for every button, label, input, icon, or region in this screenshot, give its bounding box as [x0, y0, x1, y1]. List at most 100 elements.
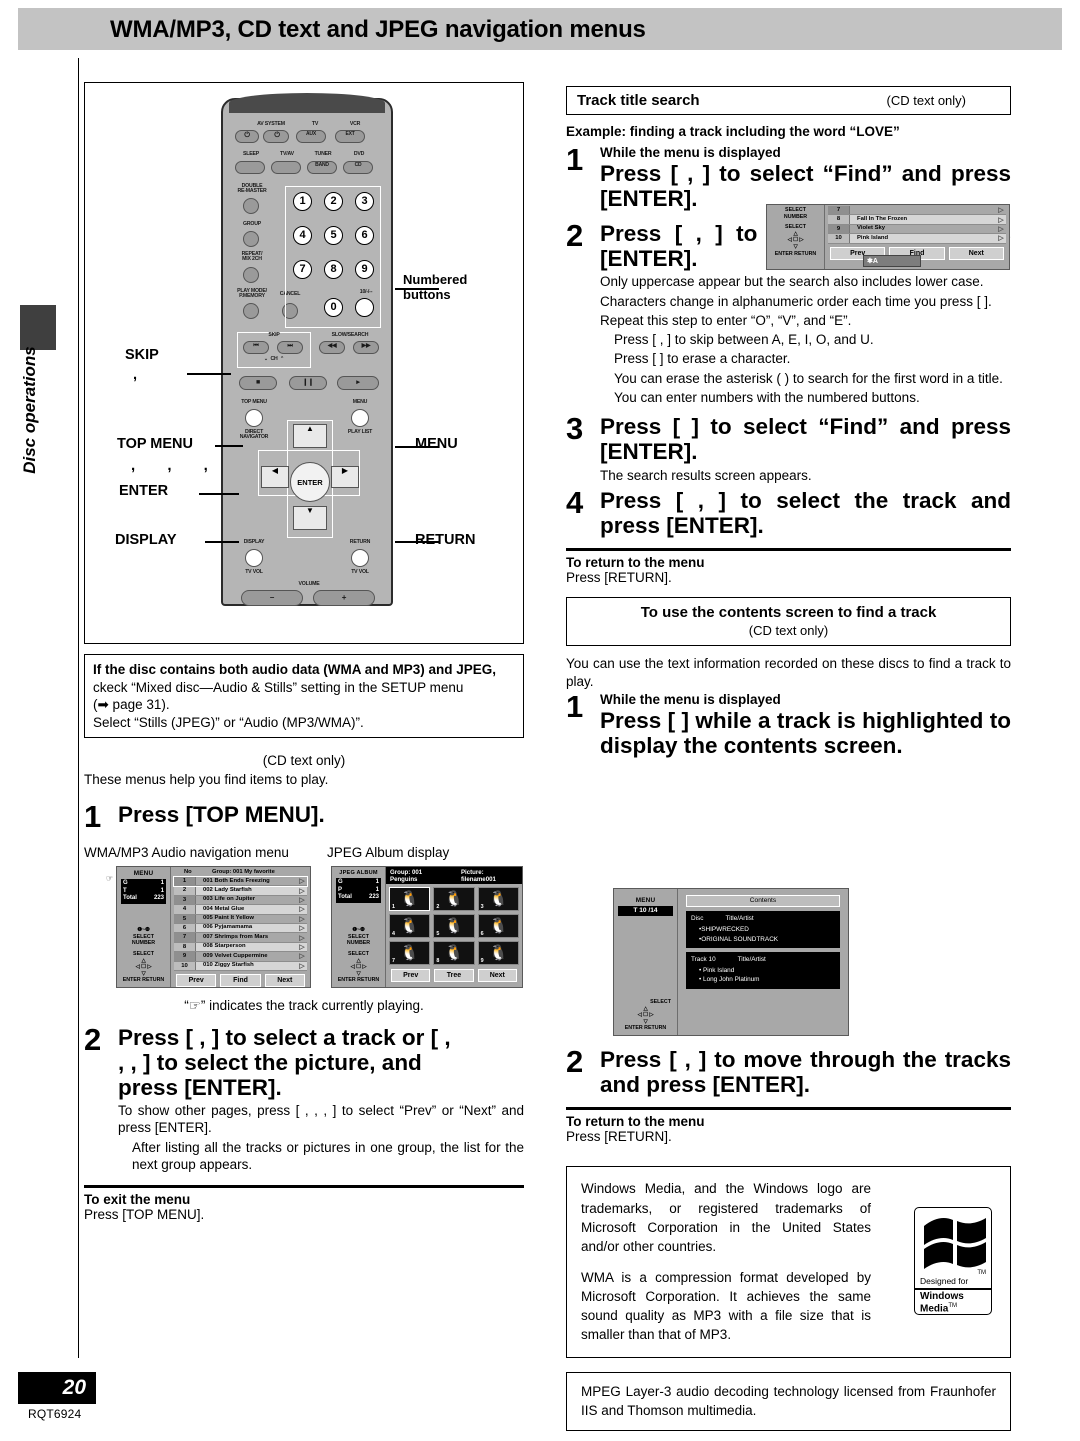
row-arrow-icon: ▷	[299, 953, 305, 961]
track-title-search-heading: Track title search	[577, 92, 700, 109]
jpeg-tree-button[interactable]: Tree	[434, 969, 474, 982]
double-remaster-button[interactable]	[243, 198, 259, 214]
jpeg-guide-select2: SELECT	[348, 950, 369, 957]
number-button-3[interactable]: 3	[355, 192, 374, 211]
exit-menu-body: Press [TOP MENU].	[84, 1207, 205, 1223]
number-button-5[interactable]: 5	[324, 226, 343, 245]
sleep-button[interactable]	[235, 161, 265, 174]
inset-track-row-10[interactable]: 10 Pink Island ▷	[828, 234, 1006, 244]
inset-row-10-no: 10	[828, 234, 850, 243]
return-button[interactable]	[351, 549, 369, 567]
volume-minus-icon: –	[269, 593, 275, 602]
penguin-icon: 🐧	[444, 944, 464, 962]
callout-enter: ENTER	[119, 483, 169, 499]
mixed-disc-line4: Select “Stills (JPEG)” or “Audio (MP3/WM…	[93, 714, 364, 730]
right-button[interactable]: ▶	[331, 466, 359, 488]
ten-plus-button[interactable]	[355, 298, 374, 317]
jpeg-status-g-key: G	[338, 879, 343, 885]
return-label: RETURN	[349, 539, 371, 545]
number-button-4[interactable]: 4	[293, 226, 312, 245]
av-power-icon: ⏻	[274, 132, 280, 139]
row-arrow-icon: ▷	[299, 915, 305, 923]
number-button-2[interactable]: 2	[324, 192, 343, 211]
track-title-search-sub: (CD text only)	[886, 93, 966, 108]
jpeg-thumbnail-4[interactable]: 🐧 4	[389, 914, 431, 938]
jpeg-album-sidebar: JPEG ALBUM G 1 P 1 Total 223 ❶~❿ SELECT NUM…	[332, 867, 386, 987]
column-divider-rule	[78, 58, 79, 1358]
jpeg-thumbnail-5[interactable]: 🐧 5	[433, 914, 475, 938]
jpeg-thumbnail-1[interactable]: 🐧 1	[389, 887, 431, 911]
audio-row-7-title: 007 Shrimps from Mars	[203, 933, 269, 940]
audio-status-g-key: G	[123, 880, 128, 886]
jpeg-thumb-6-label: 6	[480, 931, 484, 937]
penguin-icon: 🐧	[488, 890, 508, 908]
audio-row-1-no: 1	[174, 877, 196, 886]
jpeg-thumbnail-8[interactable]: 🐧 8	[433, 941, 475, 965]
group-button[interactable]	[243, 231, 259, 247]
penguin-icon: 🐧	[400, 890, 419, 908]
up-button[interactable]: ▲	[293, 424, 327, 448]
audio-prev-button[interactable]: Prev	[176, 973, 217, 987]
repeat-mix-button[interactable]	[243, 267, 259, 283]
search-entry-overlay[interactable]: ✱A	[863, 255, 921, 267]
contents-guide-down: ▽	[643, 1018, 648, 1025]
display-tv-vol-label: TV VOL	[245, 569, 263, 575]
audio-track-row-10[interactable]: 10 010 Ziggy Starfish ▷	[174, 961, 307, 971]
jpeg-thumb-4-label: 4	[392, 931, 395, 937]
enter-button[interactable]: ENTER	[290, 462, 330, 502]
right-step-2-note-3: Repeat this step to enter “O”, “V”, and …	[600, 312, 852, 328]
left-button[interactable]: ◀	[261, 466, 289, 488]
number-button-7[interactable]: 7	[293, 260, 312, 279]
number-button-1[interactable]: 1	[293, 192, 312, 211]
audio-row-5-title: 005 Paint It Yellow	[203, 915, 254, 922]
jpeg-thumbnail-7[interactable]: 🐧 7	[389, 941, 431, 965]
callout-menu: MENU	[415, 436, 458, 452]
jpeg-next-button[interactable]: Next	[477, 969, 517, 982]
audio-guide-number: NUMBER	[131, 940, 156, 947]
contents-track-block: Track 10 Title/Artist • Pink Island • Lo…	[686, 951, 840, 989]
jpeg-status-p-key: P	[338, 886, 343, 893]
search-inset-key-guide: SELECT NUMBER SELECT △ ◁ ☐ ▷ ▽ ENTER RET…	[767, 207, 824, 257]
audio-find-button[interactable]: Find	[220, 973, 261, 987]
contents-step-1-heading: Press [ ] while a track is highlighted t…	[600, 708, 1011, 759]
audio-row-2-no: 2	[174, 886, 196, 895]
volume-plus-icon: +	[341, 593, 347, 602]
row-arrow-icon: ▷	[998, 216, 1004, 224]
left-step-2-number: 2	[84, 1021, 102, 1057]
jpeg-prev-button[interactable]: Prev	[391, 969, 431, 982]
jpeg-thumbnail-9[interactable]: 🐧 9	[477, 941, 519, 965]
section-tab-label: Disc operations	[20, 346, 39, 474]
audio-next-button[interactable]: Next	[264, 973, 305, 987]
right-step-1: 1 While the menu is displayed Press [ , …	[566, 143, 1011, 211]
left-step-2-note-1: To show other pages, press [ , , , ] to …	[118, 1103, 524, 1136]
right-step-1-pre: While the menu is displayed	[600, 144, 781, 160]
inset-next-button[interactable]: Next	[948, 246, 1004, 260]
play-mode-button[interactable]	[243, 303, 259, 319]
audio-menu-key-guide: ❶~❿ SELECT NUMBER SELECT △ ◁ ☐ ▷ ▽ ENTER…	[117, 927, 170, 984]
down-button[interactable]: ▼	[293, 506, 327, 530]
jpeg-thumbnail-2[interactable]: 🐧 2	[433, 887, 475, 911]
return-section-rule-1	[566, 548, 1011, 552]
windows-media-label: Windows MediaTM	[920, 1291, 964, 1315]
display-button[interactable]	[245, 549, 263, 567]
audio-row-9-no: 9	[174, 952, 196, 961]
contents-step-2-heading: Press [ , ] to move through the tracks a…	[600, 1047, 1011, 1098]
osd-captions: WMA/MP3 Audio navigation menu JPEG Album…	[84, 844, 524, 862]
tv-av-button[interactable]	[271, 161, 301, 174]
remote-control-panel: AV SYSTEM TV VCR AUX EXT ⏻ ⏻ SLEEP TV/AV…	[84, 82, 524, 644]
jpeg-album-status-box: G 1 P 1 Total 223	[336, 878, 381, 903]
contents-title-bar: Contents	[686, 895, 840, 907]
jpeg-album-topbar: Group: 001 Penguins Picture: filename001	[386, 867, 522, 884]
right-step-2-note-1: Only uppercase appear but the search als…	[600, 274, 984, 290]
number-button-8[interactable]: 8	[324, 260, 343, 279]
row-arrow-icon: ▷	[299, 878, 305, 886]
jpeg-thumbnail-6[interactable]: 🐧 6	[477, 914, 519, 938]
number-button-6[interactable]: 6	[355, 226, 374, 245]
number-button-9[interactable]: 9	[355, 260, 374, 279]
contents-step-1-number: 1	[566, 689, 584, 725]
audio-row-1-title: 001 Both Ends Freezing	[203, 877, 270, 884]
number-button-0[interactable]: 0	[324, 298, 343, 317]
jpeg-thumbnail-3[interactable]: 🐧 3	[477, 887, 519, 911]
caption-jpeg-album: JPEG Album display	[327, 844, 450, 860]
caption-audio-menu: WMA/MP3 Audio navigation menu	[84, 844, 289, 860]
